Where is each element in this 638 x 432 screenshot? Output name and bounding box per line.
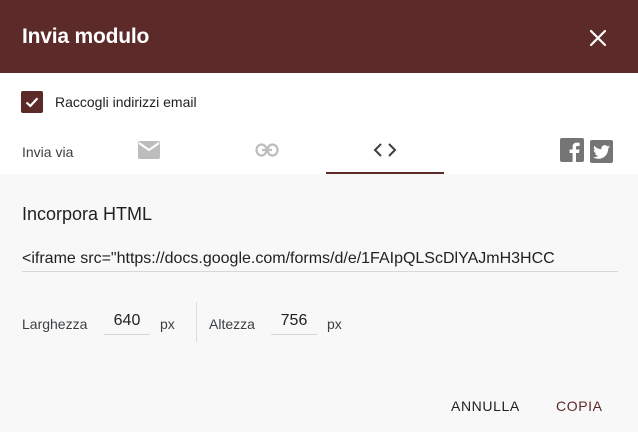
dialog-title: Invia modulo [22,25,150,48]
embed-section-title: Incorpora HTML [22,204,153,224]
close-icon [589,29,607,47]
height-input[interactable] [271,307,317,335]
height-label: Altezza [209,316,255,332]
send-via-row: Invia via [0,126,638,174]
facebook-icon [569,142,580,162]
email-icon [138,141,160,159]
share-twitter[interactable] [590,140,613,163]
embed-panel: Incorpora HTML Larghezza px Altezza px A… [0,174,638,432]
copy-button[interactable]: COPIA [556,396,603,416]
cancel-button[interactable]: ANNULLA [451,396,520,416]
embed-code-field[interactable] [22,246,618,272]
width-label: Larghezza [22,316,88,332]
dimensions-row: Larghezza px Altezza px [22,302,622,342]
check-icon [25,97,39,108]
send-via-label: Invia via [22,144,74,160]
dialog-header: Invia modulo [0,0,638,73]
collect-emails-row: Raccogli indirizzi email [21,90,197,114]
close-button[interactable] [584,24,612,52]
width-input[interactable] [104,307,150,335]
height-unit: px [327,316,342,332]
link-icon [255,143,279,157]
dimensions-divider [196,302,197,342]
tab-email[interactable] [90,126,208,174]
collect-emails-label: Raccogli indirizzi email [55,94,197,110]
tab-link[interactable] [208,126,326,174]
twitter-icon [593,144,610,159]
embed-code-icon [373,143,397,157]
share-facebook[interactable] [560,138,584,162]
tab-embed[interactable] [326,126,444,174]
collect-emails-checkbox[interactable] [21,91,43,113]
width-unit: px [160,316,175,332]
